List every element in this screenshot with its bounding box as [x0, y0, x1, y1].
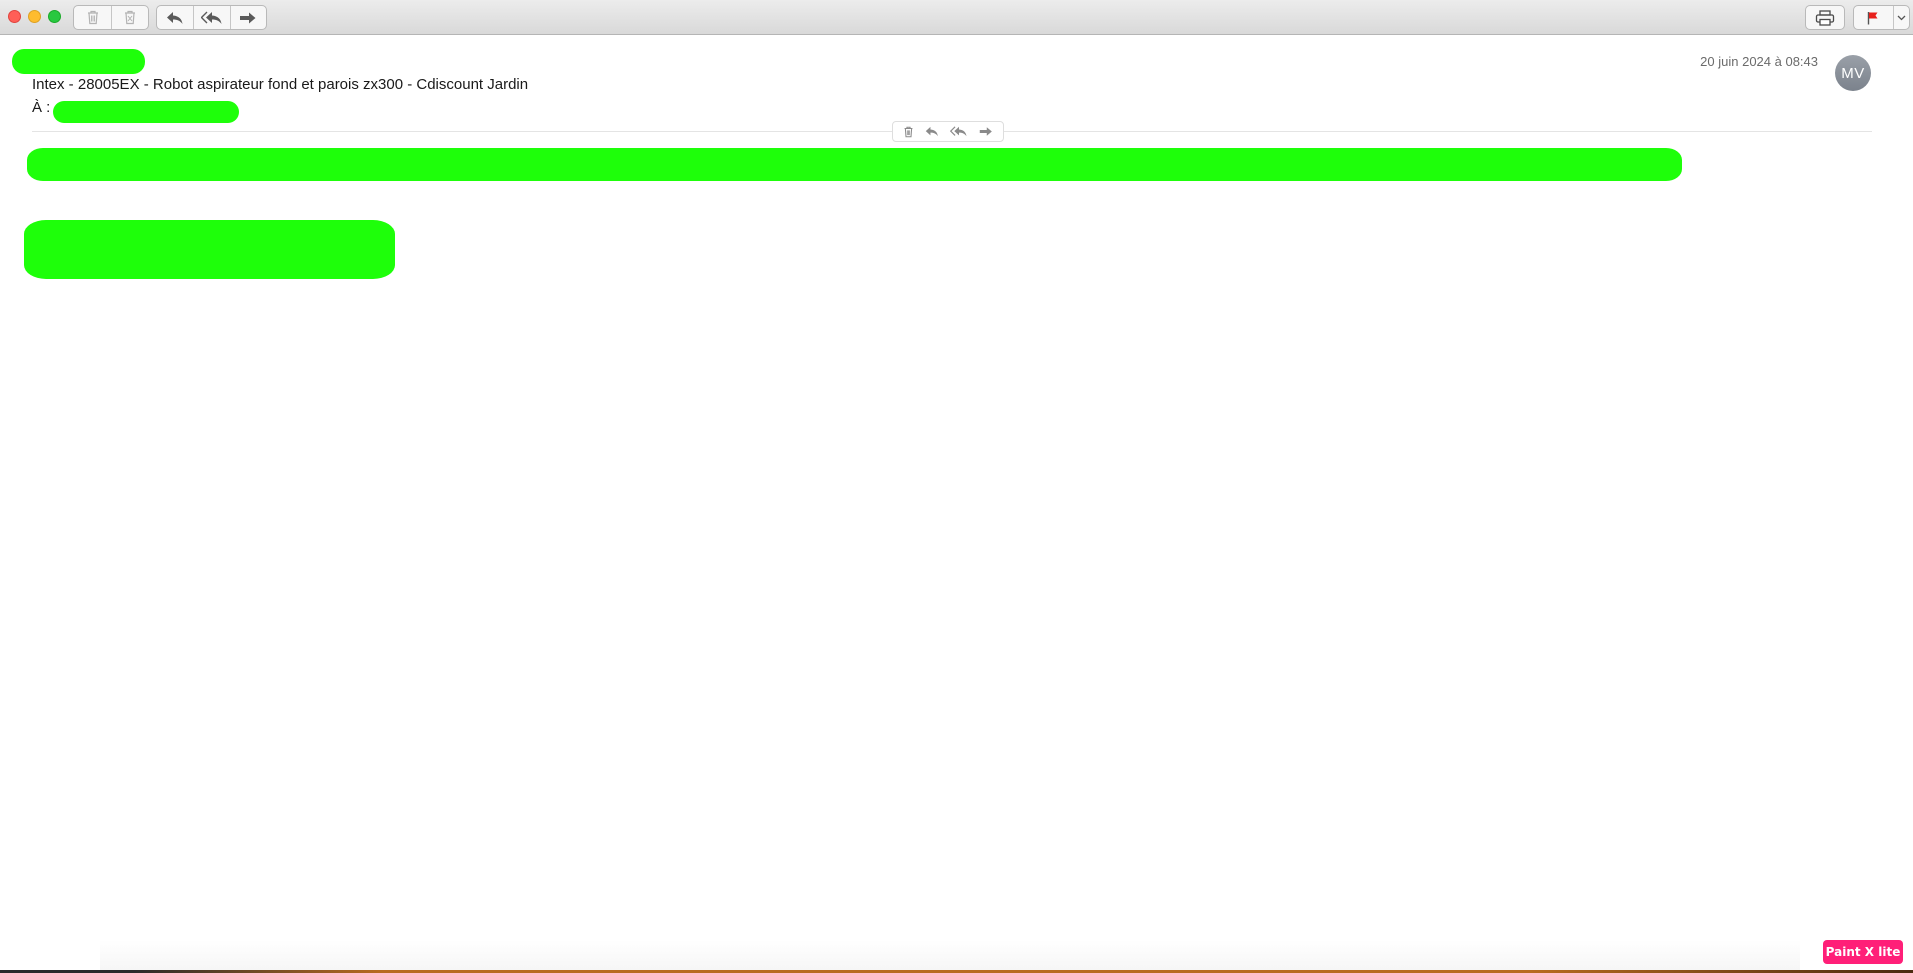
flag-icon [1868, 11, 1878, 24]
reply-all-icon [950, 126, 967, 137]
reply-button[interactable] [157, 6, 193, 29]
forward-icon [240, 12, 256, 23]
body-line-redacted [27, 148, 1682, 181]
window-toolbar [0, 0, 1913, 35]
message-hover-actions [892, 121, 1004, 142]
sender-avatar: MV [1835, 55, 1871, 91]
reply-icon [167, 11, 183, 24]
body-block-redacted [24, 220, 395, 279]
reply-all-button[interactable] [193, 6, 229, 29]
reply-button-group [156, 5, 267, 30]
recipient-redacted [53, 101, 239, 123]
junk-button[interactable] [111, 6, 148, 29]
flag-button-group [1853, 5, 1910, 30]
inline-delete-button[interactable] [903, 126, 914, 138]
inline-reply-all-button[interactable] [950, 126, 968, 137]
trash-icon [87, 10, 98, 25]
paint-x-lite-badge: Paint X lite [1823, 940, 1903, 964]
sender-name-redacted [12, 49, 145, 74]
chevron-down-icon [1897, 15, 1906, 20]
forward-icon [980, 127, 993, 136]
minimize-window-button[interactable] [28, 10, 41, 23]
message-subject: Intex - 28005EX - Robot aspirateur fond … [32, 76, 529, 93]
junk-icon [125, 10, 135, 25]
reply-all-icon [201, 11, 222, 24]
flag-menu-button[interactable] [1892, 6, 1909, 29]
inline-reply-button[interactable] [925, 126, 939, 137]
forward-button[interactable] [229, 6, 266, 29]
reply-icon [925, 126, 938, 137]
zoom-window-button[interactable] [48, 10, 61, 23]
delete-button[interactable] [74, 6, 111, 29]
delete-button-group [73, 5, 149, 30]
close-window-button[interactable] [8, 10, 21, 23]
recipient-label: À : [32, 99, 51, 116]
print-button[interactable] [1806, 6, 1844, 29]
bottom-shadow [100, 940, 1800, 970]
print-button-group [1805, 5, 1845, 30]
trash-icon [904, 126, 913, 137]
inline-forward-button[interactable] [979, 126, 993, 137]
flag-button[interactable] [1854, 6, 1893, 29]
message-date: 20 juin 2024 à 08:43 [1700, 54, 1818, 69]
print-icon [1815, 9, 1835, 26]
